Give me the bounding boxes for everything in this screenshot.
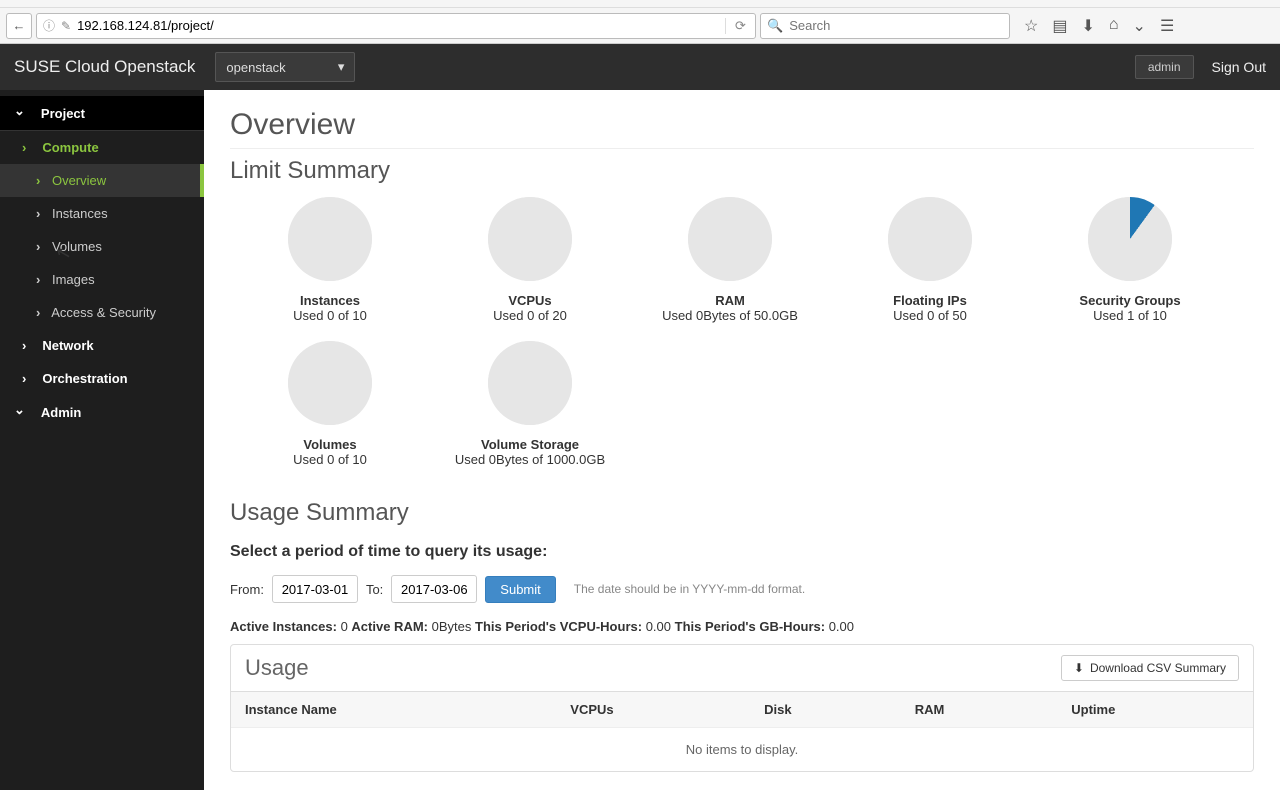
from-label: From:: [230, 582, 264, 597]
menu-icon[interactable]: ☰: [1160, 16, 1174, 36]
usage-stats-line: Active Instances: 0 Active RAM: 0Bytes T…: [230, 619, 1254, 634]
app-header: SUSE Cloud Openstack openstack ▾ admin S…: [0, 44, 1280, 90]
project-select[interactable]: openstack ▾: [215, 52, 355, 82]
limit-card: Floating IPsUsed 0 of 50: [830, 197, 1030, 323]
limit-card: Security GroupsUsed 1 of 10: [1030, 197, 1230, 323]
to-label: To:: [366, 582, 383, 597]
sidebar-item-instances[interactable]: Instances: [0, 197, 204, 230]
limit-label: Instances: [230, 293, 430, 308]
project-selected: openstack: [226, 60, 285, 75]
usage-empty-row: No items to display.: [231, 728, 1253, 772]
limit-used: Used 0 of 20: [430, 308, 630, 323]
limit-used: Used 0Bytes of 50.0GB: [630, 308, 830, 323]
limit-summary-heading: Limit Summary: [230, 157, 1254, 185]
sidebar: Project Compute Overview Instances Volum…: [0, 90, 204, 790]
limit-label: Floating IPs: [830, 293, 1030, 308]
browser-toolbar: ← ⓘ ✎ ⟳ 🔍 ☆ ▤ ⬇ ⌂ ⌄ ☰: [0, 8, 1280, 44]
sidebar-section-project[interactable]: Project: [0, 96, 204, 131]
limit-label: Volume Storage: [430, 437, 630, 452]
table-header: RAM: [901, 692, 1057, 728]
info-icon: ⓘ: [43, 17, 55, 34]
limit-label: Security Groups: [1030, 293, 1230, 308]
sidebar-section-admin[interactable]: Admin: [0, 395, 204, 429]
limit-label: VCPUs: [430, 293, 630, 308]
limits-grid: InstancesUsed 0 of 10VCPUsUsed 0 of 20RA…: [230, 197, 1254, 485]
usage-table: Instance NameVCPUsDiskRAMUptime No items…: [231, 691, 1253, 771]
from-date-input[interactable]: [272, 575, 358, 603]
back-button[interactable]: ←: [6, 13, 32, 39]
limit-label: Volumes: [230, 437, 430, 452]
table-header: VCPUs: [556, 692, 750, 728]
download-csv-button[interactable]: ⬇ Download CSV Summary: [1061, 655, 1239, 681]
limit-pie: [488, 197, 572, 281]
paintbrush-icon: ✎: [61, 19, 71, 33]
limit-card: VCPUsUsed 0 of 20: [430, 197, 630, 323]
user-badge[interactable]: admin: [1135, 55, 1194, 79]
limit-card: InstancesUsed 0 of 10: [230, 197, 430, 323]
limit-pie: [1088, 197, 1172, 281]
table-header: Disk: [750, 692, 901, 728]
page-title: Overview: [230, 108, 1254, 142]
browser-tabstrip: [0, 0, 1280, 8]
usage-panel-title: Usage: [245, 655, 309, 681]
url-input[interactable]: [77, 18, 719, 33]
limit-used: Used 0 of 10: [230, 452, 430, 467]
sidebar-section-compute[interactable]: Compute: [0, 131, 204, 164]
url-bar[interactable]: ⓘ ✎ ⟳: [36, 13, 756, 39]
sidebar-section-network[interactable]: Network: [0, 329, 204, 362]
limit-used: Used 0 of 50: [830, 308, 1030, 323]
limit-card: RAMUsed 0Bytes of 50.0GB: [630, 197, 830, 323]
usage-summary-heading: Usage Summary: [230, 499, 1254, 527]
limit-pie: [288, 197, 372, 281]
submit-button[interactable]: Submit: [485, 576, 555, 603]
table-header: Uptime: [1057, 692, 1253, 728]
main-content: Overview Limit Summary InstancesUsed 0 o…: [204, 90, 1280, 790]
table-header: Instance Name: [231, 692, 556, 728]
bookmark-star-icon[interactable]: ☆: [1024, 16, 1038, 36]
sidebar-item-access-security[interactable]: Access & Security: [0, 296, 204, 329]
pocket-icon[interactable]: ⌄: [1133, 16, 1146, 36]
search-icon: 🔍: [767, 18, 783, 34]
limit-used: Used 0Bytes of 1000.0GB: [430, 452, 630, 467]
browser-search[interactable]: 🔍: [760, 13, 1010, 39]
limit-pie: [288, 341, 372, 425]
limit-used: Used 0 of 10: [230, 308, 430, 323]
sidebar-item-images[interactable]: Images: [0, 263, 204, 296]
home-icon[interactable]: ⌂: [1109, 16, 1119, 36]
sidebar-section-orchestration[interactable]: Orchestration: [0, 362, 204, 395]
limit-pie: [488, 341, 572, 425]
date-format-hint: The date should be in YYYY-mm-dd format.: [574, 582, 805, 596]
search-input[interactable]: [789, 18, 1003, 33]
to-date-input[interactable]: [391, 575, 477, 603]
download-icon: ⬇: [1074, 661, 1084, 675]
sidebar-item-volumes[interactable]: Volumes: [0, 230, 204, 263]
query-heading: Select a period of time to query its usa…: [230, 543, 1254, 561]
reload-icon[interactable]: ⟳: [725, 18, 749, 34]
limit-label: RAM: [630, 293, 830, 308]
sign-out-button[interactable]: Sign Out: [1212, 59, 1266, 75]
limit-pie: [888, 197, 972, 281]
usage-panel: Usage ⬇ Download CSV Summary Instance Na…: [230, 644, 1254, 772]
chevron-down-icon: ▾: [338, 59, 345, 75]
downloads-icon[interactable]: ⬇: [1081, 16, 1094, 36]
sidebar-item-overview[interactable]: Overview: [0, 164, 204, 197]
limit-used: Used 1 of 10: [1030, 308, 1230, 323]
limit-card: Volume StorageUsed 0Bytes of 1000.0GB: [430, 341, 630, 467]
library-icon[interactable]: ▤: [1052, 16, 1067, 36]
limit-pie: [688, 197, 772, 281]
brand-title: SUSE Cloud Openstack: [14, 57, 195, 77]
limit-card: VolumesUsed 0 of 10: [230, 341, 430, 467]
